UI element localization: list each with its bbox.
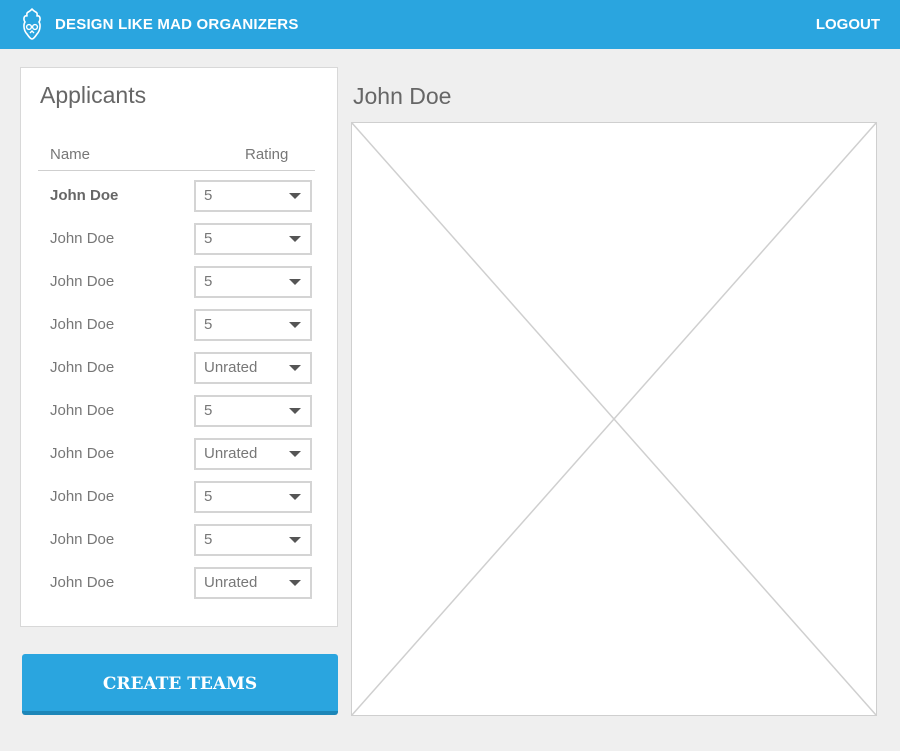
applicant-row[interactable]: John Doe Unrated [21,438,339,470]
applicant-name[interactable]: John Doe [50,352,114,384]
applicant-row[interactable]: John Doe 5 [21,266,339,298]
rating-select[interactable]: Unrated [194,567,312,599]
rating-value: Unrated [204,445,258,462]
applicant-row[interactable]: John Doe Unrated [21,567,339,599]
header-divider [38,170,315,171]
rating-select[interactable]: 5 [194,395,312,427]
column-header-rating: Rating [245,146,289,163]
applicant-name[interactable]: John Doe [50,438,114,470]
rating-select[interactable]: 5 [194,180,312,212]
top-bar: DESIGN LIKE MAD ORGANIZERS LOGOUT [0,0,900,49]
rating-select[interactable]: 5 [194,481,312,513]
app-title: DESIGN LIKE MAD ORGANIZERS [55,16,299,33]
applicant-row[interactable]: John Doe 5 [21,309,339,341]
applicant-row[interactable]: John Doe 5 [21,395,339,427]
applicant-row[interactable]: John Doe 5 [21,180,339,212]
rating-value: 5 [204,316,213,333]
applicant-name[interactable]: John Doe [50,524,114,556]
chevron-down-icon [289,537,301,543]
applicants-panel: Applicants Name Rating John Doe 5 John D… [20,67,338,627]
image-placeholder-icon [351,122,877,716]
rating-select[interactable]: Unrated [194,438,312,470]
applicant-row[interactable]: John Doe 5 [21,223,339,255]
panel-title: Applicants [40,82,147,108]
rating-value: 5 [204,230,213,247]
applicant-row[interactable]: John Doe Unrated [21,352,339,384]
chevron-down-icon [289,193,301,199]
rating-value: 5 [204,488,213,505]
rating-value: Unrated [204,574,258,591]
chevron-down-icon [289,494,301,500]
chevron-down-icon [289,279,301,285]
chevron-down-icon [289,451,301,457]
rating-select[interactable]: 5 [194,266,312,298]
rating-value: 5 [204,531,213,548]
applicant-name[interactable]: John Doe [50,395,114,427]
chevron-down-icon [289,365,301,371]
applicant-name[interactable]: John Doe [50,567,114,599]
applicant-name[interactable]: John Doe [50,309,114,341]
rating-select[interactable]: 5 [194,223,312,255]
rating-select[interactable]: Unrated [194,352,312,384]
chevron-down-icon [289,322,301,328]
applicant-name[interactable]: John Doe [50,266,114,298]
rating-select[interactable]: 5 [194,309,312,341]
rating-value: Unrated [204,359,258,376]
chevron-down-icon [289,236,301,242]
rating-value: 5 [204,402,213,419]
applicant-name[interactable]: John Doe [50,481,114,513]
applicant-name[interactable]: John Doe [50,180,118,212]
chevron-down-icon [289,408,301,414]
create-teams-button[interactable]: CREATE TEAMS [22,654,338,715]
applicant-row[interactable]: John Doe 5 [21,481,339,513]
flame-skull-icon[interactable] [20,7,44,41]
logout-link[interactable]: LOGOUT [816,0,880,49]
applicant-name[interactable]: John Doe [50,223,114,255]
rating-value: 5 [204,273,213,290]
chevron-down-icon [289,580,301,586]
applicant-row[interactable]: John Doe 5 [21,524,339,556]
column-header-name: Name [50,146,91,163]
detail-title: John Doe [353,83,452,109]
rating-value: 5 [204,187,213,204]
rating-select[interactable]: 5 [194,524,312,556]
